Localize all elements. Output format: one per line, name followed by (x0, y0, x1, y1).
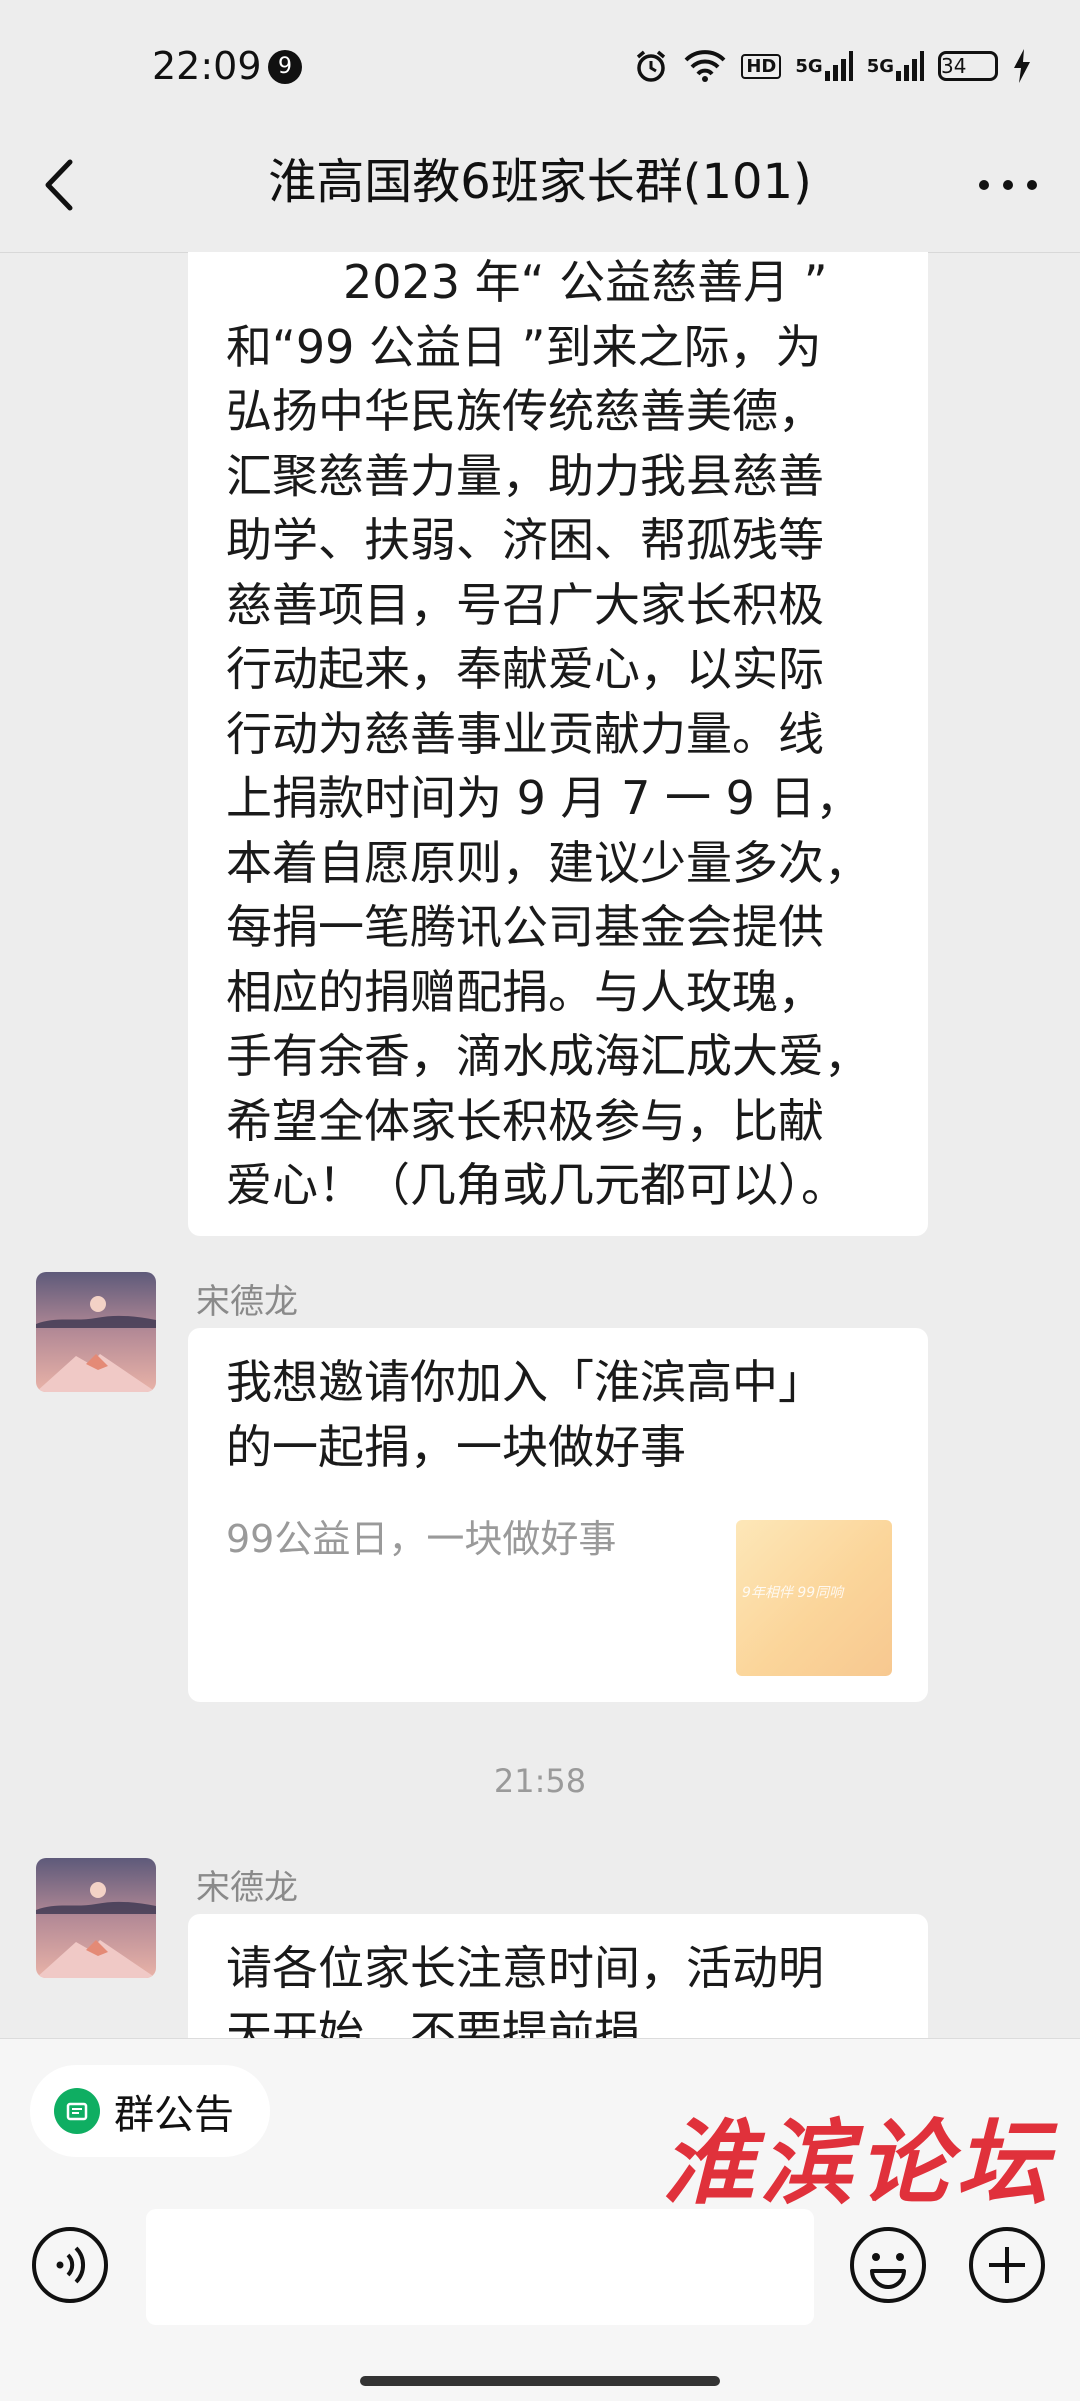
time-separator: 21:58 (493, 1762, 587, 1800)
net-label: 5G (795, 55, 823, 77)
message-line: 行动起来，奉献爱心，以实际 (226, 642, 824, 696)
announcement-label: 群公告 (114, 2092, 234, 2138)
plus-button[interactable] (967, 2225, 1047, 2305)
message-line: 行动为慈善事业贡献力量。线 (226, 706, 824, 761)
more-button[interactable] (974, 160, 1042, 210)
chat-title: 淮高国教6班家长群(101) (268, 154, 812, 210)
hd-icon: HD (741, 53, 782, 79)
message-line: 天开始，不要提前捐 (226, 2005, 640, 2039)
charging-icon (1012, 49, 1032, 83)
back-button[interactable] (38, 150, 98, 220)
card-thumbnail-text: 9年相伴 99同响 (742, 1585, 844, 1601)
message-bubble[interactable]: 2023 年“ 公益慈善月 ” 和“99 公益日 ”到来之际，为 弘扬中华民族传… (188, 252, 928, 1236)
card-thumbnail: 9年相伴 99同响 (736, 1520, 892, 1676)
message-input[interactable] (146, 2209, 814, 2325)
group-announcement-button[interactable]: 群公告 (30, 2065, 270, 2157)
message-line: 弘扬中华民族传统慈善美德， (226, 384, 824, 438)
emoji-icon (850, 2227, 926, 2303)
notification-badge: 9 (268, 50, 302, 84)
alarm-icon (633, 48, 669, 84)
message-line: 请各位家长注意时间，活动明 (226, 1941, 824, 1995)
home-indicator[interactable] (360, 2376, 720, 2386)
card-title-line: 我想邀请你加入「淮滨高中」 (226, 1355, 824, 1409)
message-text: 2023 年“ 公益慈善月 ” 和“99 公益日 ”到来之际，为 弘扬中华民族传… (226, 252, 870, 1218)
avatar-image (36, 1272, 156, 1392)
message-bubble[interactable]: 请各位家长注意时间，活动明 天开始，不要提前捐 (188, 1914, 928, 2038)
voice-button[interactable] (30, 2225, 110, 2305)
status-time: 22:09 (152, 44, 262, 88)
chat-area[interactable]: 2023 年“ 公益慈善月 ” 和“99 公益日 ”到来之际，为 弘扬中华民族传… (0, 252, 1080, 2038)
avatar[interactable] (36, 1272, 156, 1392)
message-line: 上捐款时间为 9 月 7 一 9 日， (226, 771, 862, 825)
message-line: 2023 年“ 公益慈善月 ” (226, 255, 828, 309)
message-line: 每捐一笔腾讯公司基金会提供 (226, 900, 824, 954)
card-title-line: 的一起捐，一块做好事 (226, 1419, 686, 1474)
net-label: 5G (866, 55, 894, 77)
status-icons: HD 5G 5G 34 (633, 44, 1032, 88)
message-line: 助学、扶弱、济困、帮孤残等 (226, 513, 824, 567)
card-title: 我想邀请你加入「淮滨高中」 的一起捐，一块做好事 (226, 1350, 824, 1479)
voice-icon (32, 2227, 108, 2303)
message-line: 希望全体家长积极参与，比献 (226, 1093, 824, 1148)
sender-name: 宋德龙 (196, 1282, 298, 1322)
chat-header: 淮高国教6班家长群(101) (0, 120, 1080, 253)
message-line: 慈善项目，号召广大家长积极 (226, 577, 824, 632)
message-line: 手有余香，滴水成海汇成大爱， (226, 1029, 870, 1083)
back-icon (45, 159, 73, 211)
signal-5g-icon: 5G (795, 51, 853, 81)
message-line: 相应的捐赠配捐。与人玫瑰， (226, 964, 824, 1019)
avatar-image (36, 1858, 156, 1978)
status-bar: 22:09 9 HD 5G 5G 34 (0, 0, 1080, 120)
emoji-button[interactable] (848, 2225, 928, 2305)
watermark: 淮滨论坛 (662, 2109, 1055, 2217)
message-text: 请各位家长注意时间，活动明 天开始，不要提前捐 (226, 1936, 824, 2038)
battery-icon: 34 (938, 51, 998, 81)
plus-icon (969, 2227, 1045, 2303)
message-line: 和“99 公益日 ”到来之际，为 (226, 319, 822, 374)
more-icon (979, 180, 1037, 190)
message-line: 汇聚慈善力量，助力我县慈善 (226, 448, 824, 503)
wifi-icon (683, 48, 727, 84)
avatar[interactable] (36, 1858, 156, 1978)
card-subtitle: 99公益日，一块做好事 (226, 1517, 617, 1561)
message-line: 爱心！（几角或几元都可以）。 (226, 1158, 847, 1212)
chat-footer: 群公告 淮滨论坛 (0, 2038, 1080, 2401)
signal-5g-icon: 5G (867, 51, 924, 81)
sender-name: 宋德龙 (196, 1868, 298, 1908)
announcement-icon (54, 2088, 100, 2134)
message-line: 本着自愿原则，建议少量多次， (226, 835, 870, 890)
